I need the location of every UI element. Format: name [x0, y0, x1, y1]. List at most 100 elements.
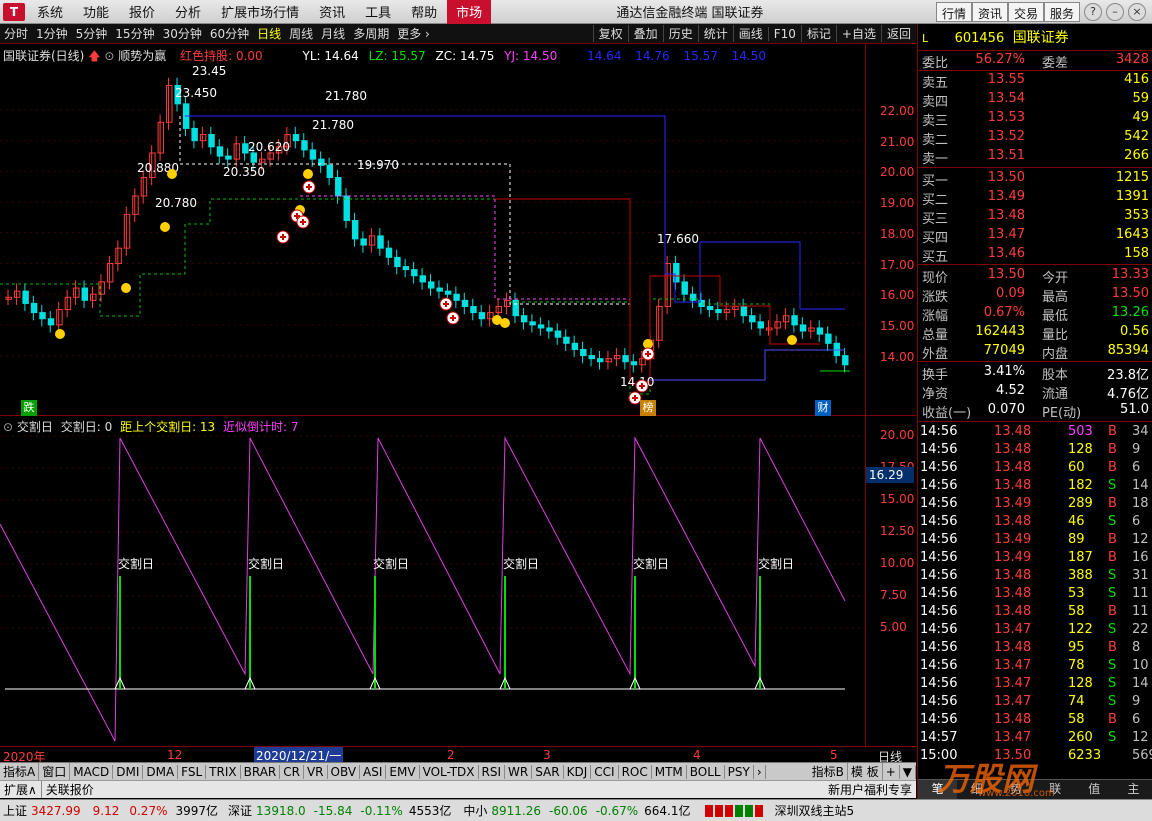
candle — [123, 213, 131, 249]
tab-related[interactable]: 联 — [1036, 780, 1075, 799]
f10-button[interactable]: F10 — [767, 26, 801, 41]
tab-value[interactable]: 值 — [1075, 780, 1114, 799]
indicator-tab[interactable]: SAR — [532, 764, 564, 779]
restore-rights-button[interactable]: 复权 — [592, 25, 628, 42]
indicator-tab[interactable]: BRAR — [241, 764, 281, 779]
tab-detail[interactable]: 细 — [957, 780, 996, 799]
candle — [622, 355, 629, 363]
zx-index-name[interactable]: 中小 — [463, 802, 487, 819]
stat-row: 换手 3.41% 股本 23.8亿 — [922, 364, 1149, 383]
template-tab[interactable]: 模 板 — [848, 763, 883, 780]
add-indicator-button[interactable]: + — [883, 764, 900, 779]
period-tab-30min[interactable]: 30分钟 — [159, 25, 206, 42]
period-tab-multi[interactable]: 多周期 — [349, 25, 393, 42]
period-tab-60min[interactable]: 60分钟 — [206, 25, 253, 42]
indicator-tab[interactable]: 指标A — [0, 763, 40, 780]
mark-button[interactable]: 标记 — [800, 25, 836, 42]
service-button[interactable]: 服务 — [1044, 2, 1081, 22]
stat-row: 净资 4.52 流通 4.76亿 — [922, 383, 1149, 402]
indicator-b-tab[interactable]: 指标B — [809, 763, 848, 780]
minimize-icon[interactable]: – — [1106, 3, 1124, 21]
candle — [740, 305, 748, 317]
bid-row: 买二 13.49 1391 — [922, 189, 1149, 208]
indicator-tab[interactable]: BOLL — [687, 764, 725, 779]
stats-button[interactable]: 统计 — [697, 25, 733, 42]
indicator-tab[interactable]: FSL — [178, 764, 207, 779]
indicator-tab[interactable]: DMI — [113, 764, 144, 779]
menu-item-quote[interactable]: 报价 — [119, 2, 165, 21]
buy-signal-dot — [787, 335, 797, 345]
tab-trend[interactable]: 势 — [996, 780, 1035, 799]
period-tab-15min[interactable]: 15分钟 — [111, 25, 158, 42]
period-tab-1min[interactable]: 1分钟 — [32, 25, 72, 42]
menu-item-system[interactable]: 系统 — [27, 2, 73, 21]
indicator-tab[interactable]: VR — [304, 764, 328, 779]
indicator-tab[interactable]: OBV — [328, 764, 361, 779]
help-icon[interactable]: ? — [1084, 3, 1102, 21]
server-name[interactable]: 深圳双线主站5 — [775, 802, 855, 819]
indicator-tab[interactable]: ASI — [360, 764, 387, 779]
menu-item-function[interactable]: 功能 — [73, 2, 119, 21]
bang-badge[interactable]: 榜 — [640, 400, 656, 416]
y-tick-label: 7.50 — [880, 588, 907, 602]
indicator-tab[interactable]: KDJ — [564, 764, 592, 779]
trade-button[interactable]: 交易 — [1008, 2, 1045, 22]
indicator-tab[interactable]: MTM — [652, 764, 687, 779]
overlay-button[interactable]: 叠加 — [627, 25, 663, 42]
period-tab-more[interactable]: 更多 › — [393, 25, 434, 42]
back-button[interactable]: 返回 — [880, 25, 916, 42]
quote-button[interactable]: 行情 — [936, 2, 973, 22]
news-button[interactable]: 资讯 — [972, 2, 1009, 22]
period-tab-weekly[interactable]: 周线 — [285, 25, 317, 42]
cai-badge[interactable]: 财 — [815, 400, 831, 416]
indicator-tab[interactable]: EMV — [386, 764, 420, 779]
period-tab-timeshare[interactable]: 分时 — [0, 25, 32, 42]
candle — [723, 309, 731, 314]
indicator-dropdown-icon[interactable]: ▼ — [900, 764, 916, 779]
add-watchlist-button[interactable]: +自选 — [835, 25, 881, 42]
indicator-tab[interactable]: 窗口 — [39, 763, 71, 780]
new-user-promo-link[interactable]: 新用户福利专享 — [824, 781, 916, 798]
divider — [918, 421, 1152, 422]
indicator-tab[interactable]: CCI — [591, 764, 619, 779]
menu-item-tools[interactable]: 工具 — [355, 2, 401, 21]
indicator-tab[interactable]: WR — [505, 764, 533, 779]
period-tab-5min[interactable]: 5分钟 — [72, 25, 112, 42]
expand-button[interactable]: 扩展∧ — [0, 781, 42, 798]
sh-index-name[interactable]: 上证 — [3, 802, 27, 819]
menu-item-news[interactable]: 资讯 — [309, 2, 355, 21]
close-icon[interactable]: × — [1128, 3, 1146, 21]
die-badge[interactable]: 跌 — [21, 400, 37, 416]
indicator-tab[interactable]: PSY — [725, 764, 754, 779]
candle — [825, 333, 832, 344]
tick-row: 14:56 13.49 89 B 12 — [920, 532, 1149, 547]
menu-item-analysis[interactable]: 分析 — [165, 2, 211, 21]
menu-item-ext-market[interactable]: 扩展市场行情 — [211, 2, 309, 21]
indicator-tab[interactable]: VOL-TDX — [420, 764, 479, 779]
indicator-tab[interactable]: ROC — [619, 764, 652, 779]
delivery-day-chart[interactable]: ⊙ 交割日 交割日: 0 距上个交割日: 13 近似倒计时: 7 交割日 交割日交… — [0, 416, 916, 746]
menu-item-market[interactable]: 市场 — [447, 0, 492, 24]
candle — [106, 263, 114, 283]
related-quote-tab[interactable]: 关联报价 — [42, 781, 98, 798]
period-tab-daily[interactable]: 日线 — [253, 25, 285, 42]
kline-canvas[interactable]: 23.4523.450 21.78021.78020.62020.880 20.35… — [0, 44, 916, 416]
sub-canvas[interactable]: 交割日 交割日 交割日 交割日 交割日 交割日 — [0, 416, 916, 746]
kline-chart[interactable]: 国联证券(日线) 🡅 ⊙ 顺势为赢 红色持股: 0.00 YL: 14.64 L… — [0, 44, 916, 416]
draw-line-button[interactable]: 画线 — [732, 25, 768, 42]
sz-index-name[interactable]: 深证 — [228, 802, 252, 819]
indicator-tab[interactable]: TRIX — [206, 764, 241, 779]
tab-main[interactable]: 主 — [1114, 780, 1152, 799]
indicator-tab[interactable]: RSI — [479, 764, 506, 779]
history-button[interactable]: 历史 — [662, 25, 698, 42]
period-tab-monthly[interactable]: 月线 — [317, 25, 349, 42]
sh-index-change: 9.12 — [92, 803, 120, 818]
tab-tick[interactable]: 笔 — [918, 780, 958, 799]
menu-item-help[interactable]: 帮助 — [401, 2, 447, 21]
sh-index-pct: 0.27% — [129, 803, 168, 818]
indicator-tab[interactable]: MACD — [70, 764, 114, 779]
candle — [842, 355, 849, 366]
indicator-tab[interactable]: DMA — [143, 764, 179, 779]
indicator-tab[interactable]: CR — [280, 764, 304, 779]
more-tabs-icon[interactable]: › — [754, 764, 766, 779]
